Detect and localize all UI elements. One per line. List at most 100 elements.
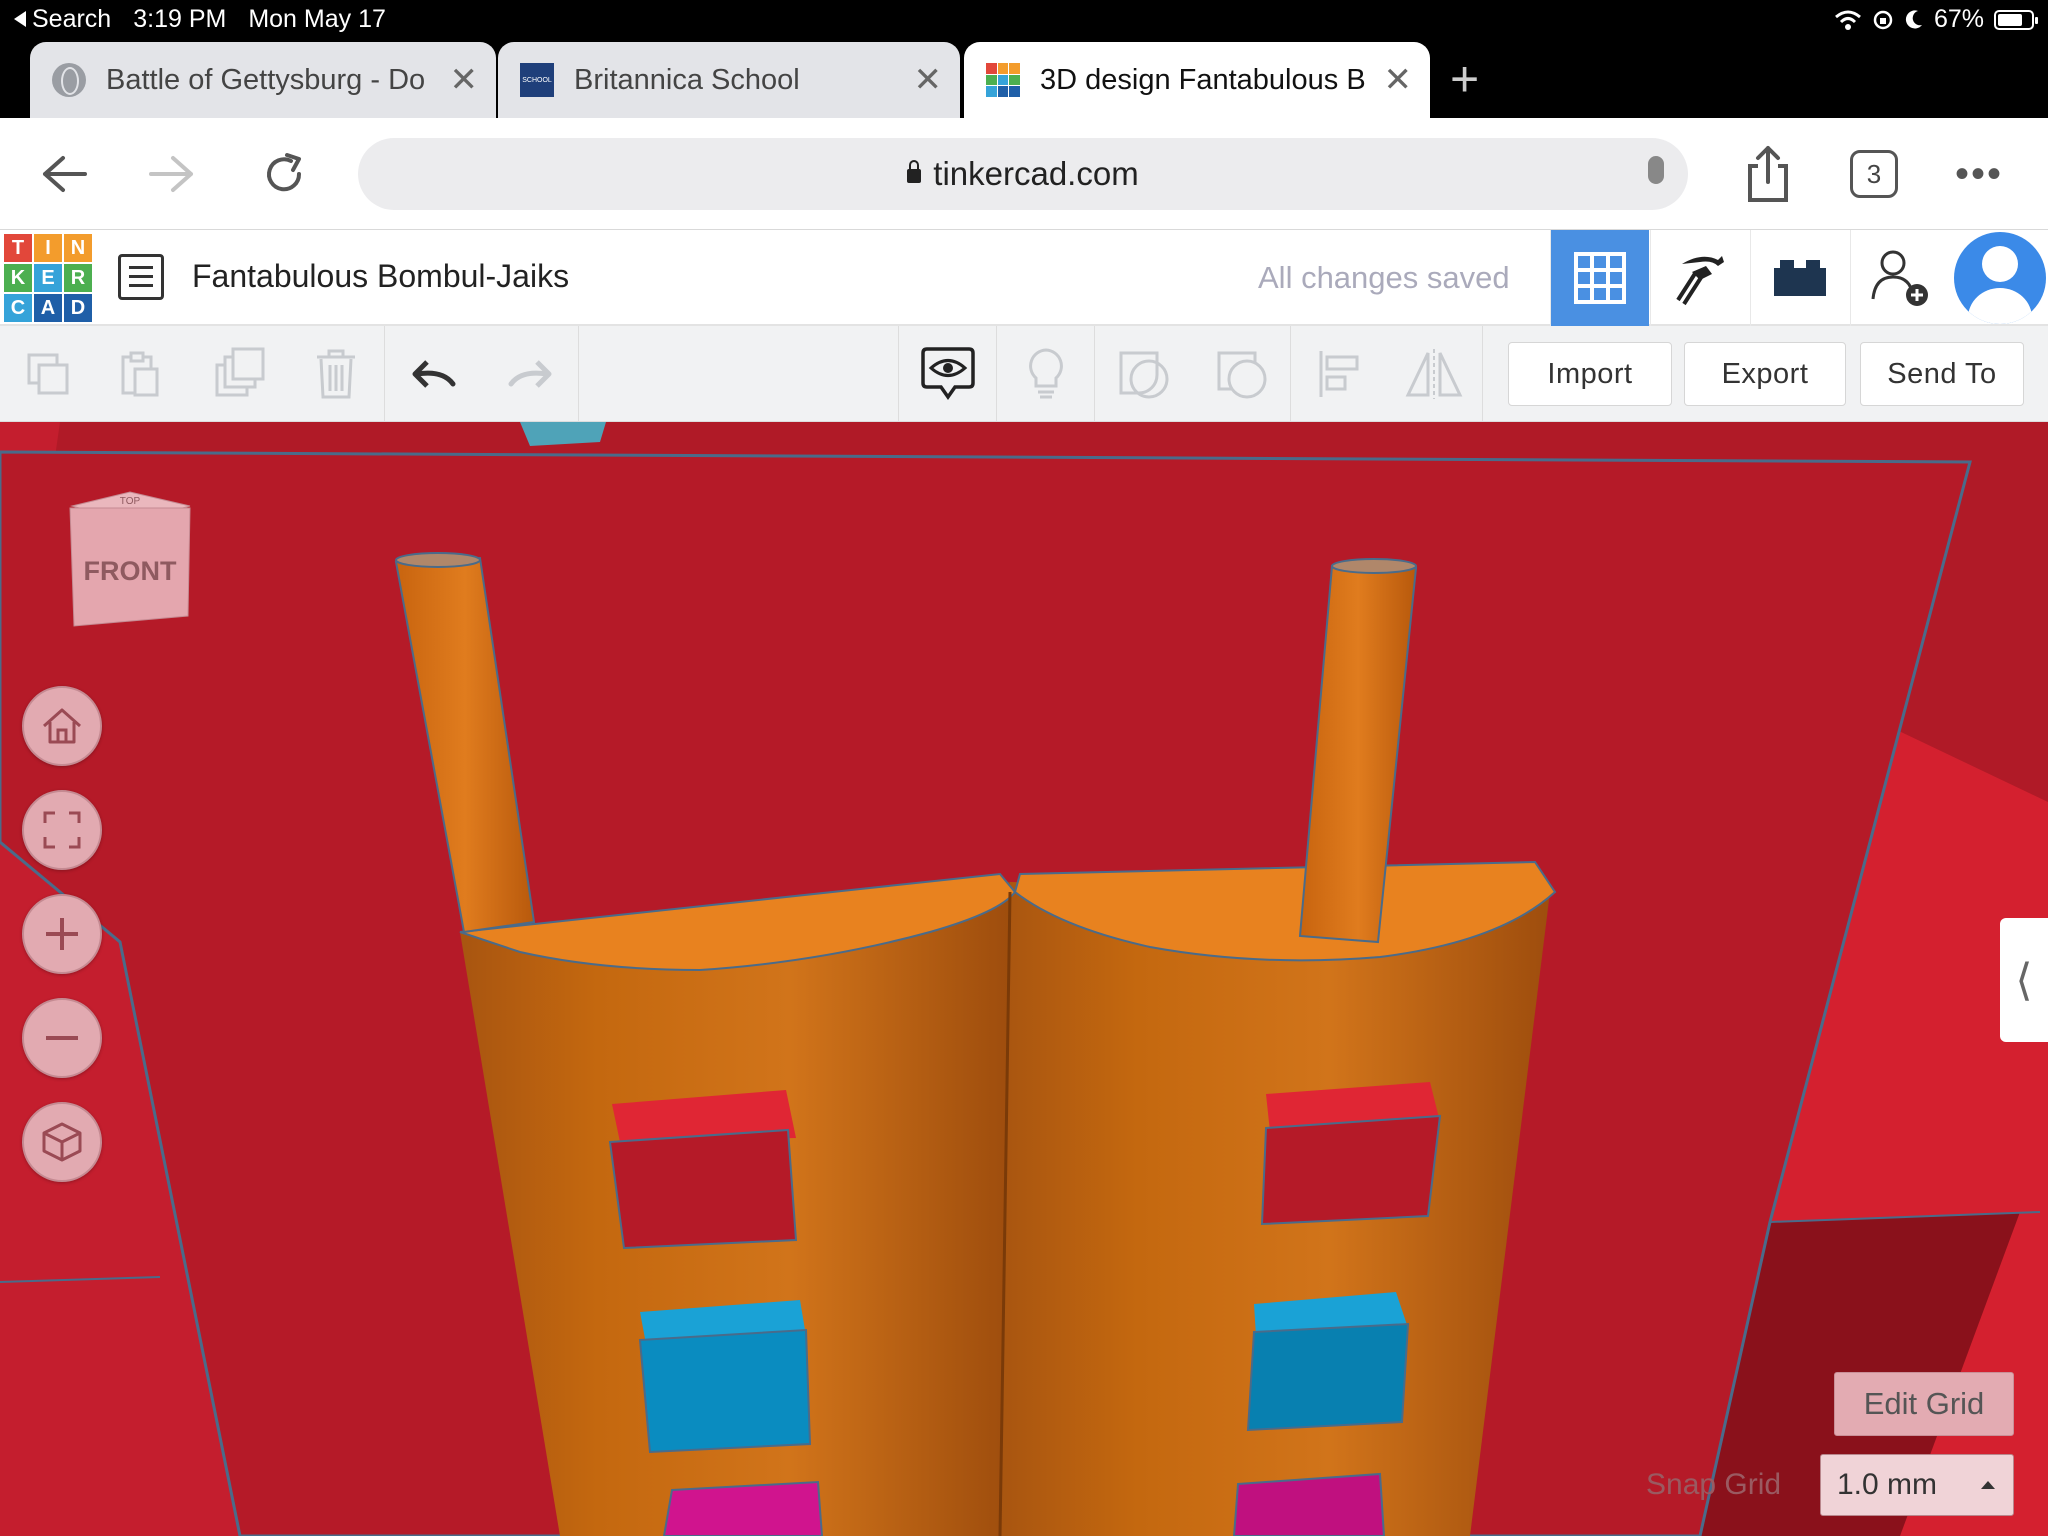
close-tab-icon[interactable]: ✕ — [914, 60, 943, 100]
reload-icon — [267, 153, 302, 192]
status-bar: Search 3:19 PM Mon May 17 67% — [0, 0, 2048, 40]
delete-icon[interactable] — [306, 344, 366, 404]
orientation-lock-icon — [1873, 10, 1893, 29]
save-status: All changes saved — [1258, 260, 1510, 295]
battery-percent: 67% — [1933, 5, 1984, 33]
tab-tinkercad[interactable]: 3D design Fantabulous B ✕ — [964, 42, 1430, 118]
3d-view-button[interactable] — [1550, 230, 1649, 326]
arrow-left-icon — [43, 156, 87, 192]
blue-block-left — [638, 1328, 812, 1454]
magenta-block-left — [662, 1480, 824, 1536]
view-cube[interactable]: TOP FRONT — [66, 486, 194, 632]
snap-grid-value: 1.0 mm — [1837, 1468, 1938, 1501]
user-avatar[interactable] — [1954, 232, 2046, 324]
home-view-icon — [43, 708, 81, 744]
tab-gettysburg[interactable]: Battle of Gettysburg - Do ✕ — [30, 42, 496, 118]
forward-button[interactable] — [140, 142, 204, 206]
zoom-out-button[interactable] — [22, 998, 102, 1078]
view-cube-top-label: TOP — [120, 496, 141, 507]
right-peg-top — [1331, 558, 1417, 574]
browser-toolbar: tinkercad.com 3 ••• — [0, 118, 2048, 230]
battery-icon — [1994, 9, 2038, 30]
more-options-icon[interactable]: ••• — [1955, 152, 2003, 197]
back-triangle-icon — [14, 11, 26, 27]
blue-block-right — [1246, 1322, 1410, 1432]
collapse-panel-tab[interactable]: ⟨ — [2000, 918, 2048, 1042]
tab-overview-button[interactable]: 3 — [1850, 150, 1898, 198]
undo-icon[interactable] — [404, 344, 464, 404]
microphone-icon[interactable] — [1648, 156, 1664, 184]
snap-grid-select[interactable]: 1.0 mm — [1820, 1454, 2014, 1516]
blocks-button[interactable] — [1650, 230, 1749, 326]
back-button[interactable] — [32, 142, 96, 206]
tab-britannica[interactable]: SCHOOL Britannica School ✕ — [498, 42, 960, 118]
tab-strip: Battle of Gettysburg - Do ✕ SCHOOL Brita… — [0, 40, 2048, 118]
3d-view-grid-icon — [1574, 252, 1626, 304]
bricks-button[interactable] — [1750, 230, 1849, 326]
send-to-button[interactable]: Send To — [1860, 342, 2024, 406]
reload-button[interactable] — [252, 142, 316, 206]
do-not-disturb-icon — [1905, 9, 1922, 28]
magenta-block-right — [1232, 1472, 1386, 1536]
workplane-viewport[interactable]: TOP FRONT ⟨ Edit Grid Snap Grid 1.0 mm — [0, 422, 2048, 1536]
mirror-icon[interactable] — [1404, 344, 1464, 404]
red-block-right — [1260, 1114, 1442, 1226]
fit-all-button[interactable] — [22, 790, 102, 870]
teal-peg-tip — [520, 422, 606, 446]
edit-toolbar: Import Export Send To — [0, 326, 2048, 422]
back-to-app[interactable]: Search — [14, 5, 111, 34]
tinkercad-header: TIN KER CAD Fantabulous Bombul-Jaiks All c… — [0, 230, 2048, 326]
align-icon[interactable] — [1310, 344, 1370, 404]
url-field[interactable]: tinkercad.com — [358, 138, 1688, 210]
snap-grid-label: Snap Grid — [1646, 1468, 1782, 1501]
bricks-icon — [1774, 260, 1826, 296]
notes-visibility-icon[interactable] — [918, 344, 978, 404]
logo-letter: K — [4, 264, 32, 292]
invite-button[interactable] — [1850, 230, 1949, 326]
logo-letter: I — [34, 234, 62, 262]
orthographic-button[interactable] — [22, 1102, 102, 1182]
new-tab-button[interactable]: + — [1450, 50, 1479, 108]
paste-icon[interactable] — [110, 344, 170, 404]
export-button[interactable]: Export — [1684, 342, 1846, 406]
close-tab-icon[interactable]: ✕ — [450, 60, 479, 100]
status-date: Mon May 17 — [248, 5, 386, 33]
wifi-icon — [1834, 10, 1861, 30]
hole-shape-icon[interactable] — [1212, 344, 1272, 404]
logo-letter: D — [64, 294, 92, 322]
logo-letter: R — [64, 264, 92, 292]
share-icon — [1748, 146, 1788, 202]
lightbulb-icon[interactable] — [1016, 344, 1076, 404]
zoom-in-button[interactable] — [22, 894, 102, 974]
arrow-right-icon — [149, 156, 193, 192]
design-title[interactable]: Fantabulous Bombul-Jaiks — [192, 258, 569, 295]
left-peg-top — [395, 552, 481, 568]
design-list-icon[interactable] — [118, 254, 164, 300]
view-cube-front-label: FRONT — [84, 556, 177, 586]
britannica-favicon: SCHOOL — [520, 63, 554, 97]
edit-grid-button[interactable]: Edit Grid — [1834, 1372, 2014, 1436]
lock-icon — [907, 160, 922, 183]
home-view-button[interactable] — [22, 686, 102, 766]
logo-letter: C — [4, 294, 32, 322]
redo-icon[interactable] — [500, 344, 560, 404]
caret-up-icon — [1981, 1481, 1995, 1489]
group-shape-icon[interactable] — [1114, 344, 1174, 404]
pickaxe-icon — [1676, 256, 1724, 306]
3d-scene[interactable] — [0, 422, 2048, 1536]
copy-icon[interactable] — [18, 344, 78, 404]
logo-letter: A — [34, 294, 62, 322]
duplicate-icon[interactable] — [210, 344, 270, 404]
tinkercad-favicon — [986, 63, 1020, 97]
close-tab-icon[interactable]: ✕ — [1384, 60, 1413, 100]
orthographic-icon — [42, 1122, 82, 1162]
status-time: 3:19 PM — [133, 5, 227, 33]
tinkercad-logo[interactable]: TIN KER CAD — [4, 234, 92, 322]
zoom-in-icon — [46, 918, 78, 950]
import-button[interactable]: Import — [1508, 342, 1672, 406]
url-text: tinkercad.com — [933, 155, 1139, 192]
zoom-out-icon — [46, 1036, 78, 1040]
logo-letter: T — [4, 234, 32, 262]
share-button[interactable] — [1740, 144, 1796, 204]
globe-icon — [52, 63, 86, 97]
